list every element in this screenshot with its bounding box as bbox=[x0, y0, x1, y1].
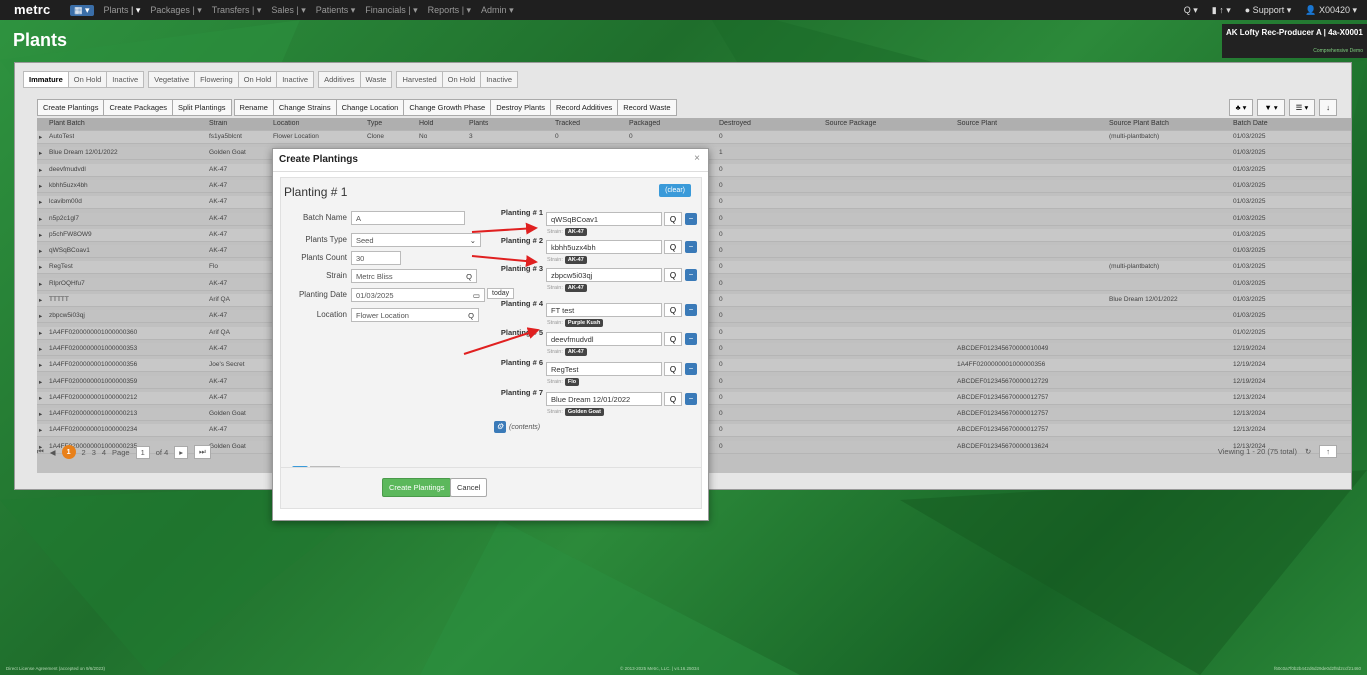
arrow-3 bbox=[463, 327, 540, 355]
arrow-1 bbox=[471, 222, 538, 235]
annotation-arrows bbox=[463, 222, 540, 355]
arrow-2 bbox=[471, 255, 538, 268]
build-id: f60c0a7f0b2b442d6d29de0d2f8d2ccf21460 bbox=[1274, 666, 1361, 671]
license-link[interactable]: Direct License Agreement (accepted on 9/… bbox=[6, 666, 105, 671]
copyright: © 2013-2025 Metrc, LLC. | v4.16.25034 bbox=[620, 666, 700, 671]
